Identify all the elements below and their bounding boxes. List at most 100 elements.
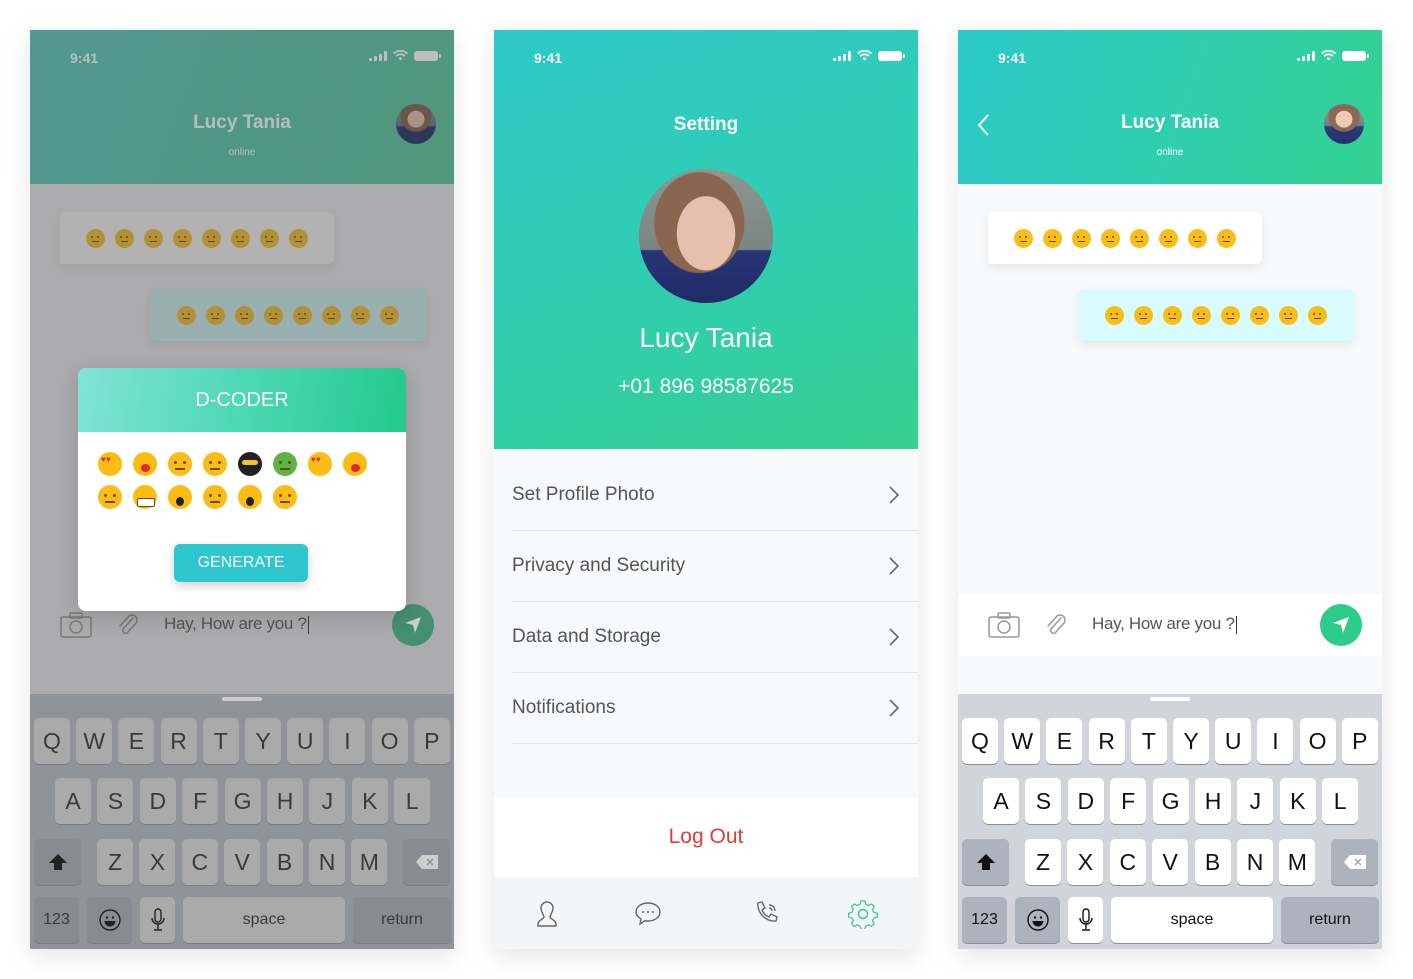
chat-icon[interactable] bbox=[633, 899, 663, 929]
key-x[interactable]: X bbox=[139, 839, 176, 885]
key-c[interactable]: C bbox=[1109, 839, 1146, 885]
emoji-kiss[interactable] bbox=[133, 452, 157, 476]
key-t[interactable]: T bbox=[1130, 718, 1167, 764]
key-c[interactable]: C bbox=[181, 839, 218, 885]
key-b[interactable]: B bbox=[1194, 839, 1231, 885]
key-w[interactable]: W bbox=[1004, 718, 1041, 764]
key-y[interactable]: Y bbox=[245, 718, 281, 764]
key-u[interactable]: U bbox=[1215, 718, 1252, 764]
emoji-annoyed[interactable] bbox=[273, 485, 297, 509]
key-j[interactable]: J bbox=[309, 778, 346, 824]
paperclip-icon[interactable] bbox=[1044, 612, 1068, 638]
camera-icon[interactable] bbox=[60, 612, 92, 638]
key-b[interactable]: B bbox=[266, 839, 303, 885]
emoji-grimace[interactable] bbox=[133, 485, 157, 509]
key-e[interactable]: E bbox=[1046, 718, 1083, 764]
call-icon[interactable] bbox=[752, 899, 782, 929]
key-r[interactable]: R bbox=[1088, 718, 1125, 764]
key-f[interactable]: F bbox=[182, 778, 219, 824]
key-l[interactable]: L bbox=[1322, 778, 1359, 824]
emoji-gasp[interactable] bbox=[238, 485, 262, 509]
key-x[interactable]: X bbox=[1067, 839, 1104, 885]
emoji-key[interactable] bbox=[1015, 897, 1060, 943]
key-q[interactable]: Q bbox=[962, 718, 998, 764]
key-o[interactable]: O bbox=[371, 718, 408, 764]
key-n[interactable]: N bbox=[309, 839, 345, 885]
emoji-key[interactable] bbox=[87, 897, 132, 943]
return-key[interactable]: return bbox=[353, 897, 451, 943]
send-button[interactable] bbox=[1320, 604, 1362, 646]
key-i[interactable]: I bbox=[1257, 718, 1294, 764]
key-k[interactable]: K bbox=[1279, 778, 1316, 824]
message-input[interactable]: Hay, How are you ? bbox=[164, 614, 309, 634]
key-z[interactable]: Z bbox=[1025, 839, 1061, 885]
key-h[interactable]: H bbox=[1195, 778, 1231, 824]
key-g[interactable]: G bbox=[224, 778, 261, 824]
settings-item-privacy[interactable]: Privacy and Security bbox=[512, 531, 918, 602]
emoji-surprised[interactable] bbox=[168, 485, 192, 509]
key-o[interactable]: O bbox=[1299, 718, 1336, 764]
key-k[interactable]: K bbox=[351, 778, 388, 824]
dictation-key[interactable] bbox=[140, 897, 175, 943]
settings-gear-icon[interactable] bbox=[848, 899, 878, 929]
generate-button[interactable]: GENERATE bbox=[174, 544, 308, 582]
key-h[interactable]: H bbox=[267, 778, 303, 824]
emoji-angry[interactable] bbox=[168, 452, 192, 476]
key-v[interactable]: V bbox=[224, 839, 261, 885]
paperclip-icon[interactable] bbox=[116, 612, 140, 638]
shift-key[interactable] bbox=[34, 839, 81, 885]
key-p[interactable]: P bbox=[1341, 718, 1378, 764]
key-g[interactable]: G bbox=[1152, 778, 1189, 824]
key-m[interactable]: M bbox=[351, 839, 388, 885]
dictation-key[interactable] bbox=[1068, 897, 1103, 943]
emoji-whistle[interactable] bbox=[203, 485, 227, 509]
numbers-key[interactable]: 123 bbox=[34, 897, 79, 943]
shift-key[interactable] bbox=[962, 839, 1009, 885]
key-y[interactable]: Y bbox=[1173, 718, 1209, 764]
key-f[interactable]: F bbox=[1110, 778, 1147, 824]
key-p[interactable]: P bbox=[413, 718, 450, 764]
key-z[interactable]: Z bbox=[97, 839, 133, 885]
emoji-angry[interactable] bbox=[98, 485, 122, 509]
message-input[interactable]: Hay, How are you ? bbox=[1092, 614, 1237, 634]
emoji-heart-eyes[interactable] bbox=[308, 452, 332, 476]
key-s[interactable]: S bbox=[1025, 778, 1062, 824]
space-key[interactable]: space bbox=[183, 897, 345, 943]
key-a[interactable]: A bbox=[55, 778, 91, 824]
contact-avatar[interactable] bbox=[396, 104, 436, 144]
key-u[interactable]: U bbox=[287, 718, 324, 764]
key-a[interactable]: A bbox=[983, 778, 1019, 824]
settings-item-profile-photo[interactable]: Set Profile Photo bbox=[512, 460, 918, 531]
emoji-ninja[interactable] bbox=[238, 452, 262, 476]
settings-item-data-storage[interactable]: Data and Storage bbox=[512, 602, 918, 673]
key-n[interactable]: N bbox=[1237, 839, 1273, 885]
key-q[interactable]: Q bbox=[34, 718, 70, 764]
numbers-key[interactable]: 123 bbox=[962, 897, 1007, 943]
key-m[interactable]: M bbox=[1279, 839, 1316, 885]
key-s[interactable]: S bbox=[97, 778, 134, 824]
key-v[interactable]: V bbox=[1152, 839, 1189, 885]
key-d[interactable]: D bbox=[139, 778, 176, 824]
key-d[interactable]: D bbox=[1067, 778, 1104, 824]
profile-avatar[interactable] bbox=[639, 169, 773, 303]
backspace-key[interactable] bbox=[403, 839, 450, 885]
key-r[interactable]: R bbox=[160, 718, 197, 764]
key-i[interactable]: I bbox=[329, 718, 366, 764]
camera-icon[interactable] bbox=[988, 612, 1020, 638]
key-t[interactable]: T bbox=[202, 718, 239, 764]
settings-item-notifications[interactable]: Notifications bbox=[512, 673, 918, 744]
space-key[interactable]: space bbox=[1111, 897, 1273, 943]
emoji-green-face[interactable] bbox=[273, 452, 297, 476]
logout-button[interactable]: Log Out bbox=[494, 797, 918, 877]
key-w[interactable]: W bbox=[76, 718, 113, 764]
backspace-key[interactable] bbox=[1331, 839, 1378, 885]
emoji-heart-eyes[interactable] bbox=[98, 452, 122, 476]
key-l[interactable]: L bbox=[394, 778, 431, 824]
emoji-kiss[interactable] bbox=[343, 452, 367, 476]
key-j[interactable]: J bbox=[1237, 778, 1274, 824]
emoji-nerd-glasses[interactable] bbox=[203, 452, 227, 476]
key-e[interactable]: E bbox=[118, 718, 155, 764]
contact-avatar[interactable] bbox=[1324, 104, 1364, 144]
return-key[interactable]: return bbox=[1281, 897, 1379, 943]
contacts-icon[interactable] bbox=[532, 899, 562, 929]
